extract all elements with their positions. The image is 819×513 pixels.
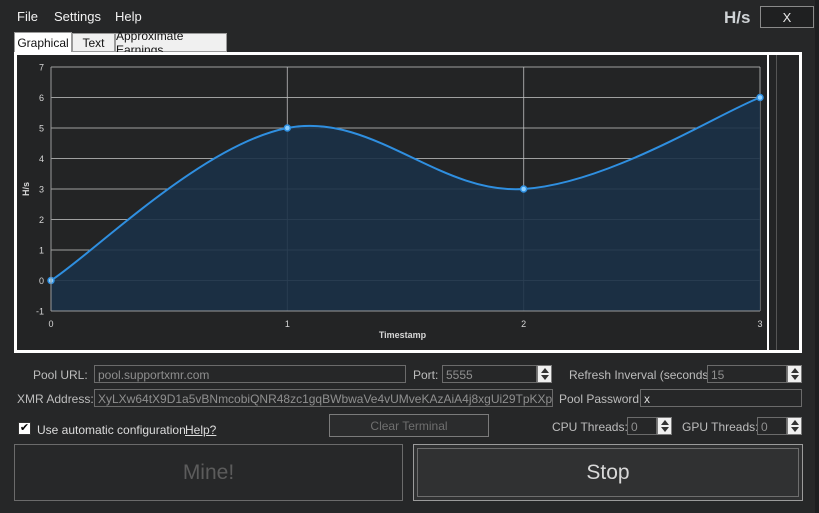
port-stepper[interactable] bbox=[537, 365, 552, 383]
y-tick-label: 6 bbox=[39, 93, 44, 103]
gpu-threads-input[interactable]: 0 bbox=[757, 417, 787, 435]
chevron-down-icon[interactable] bbox=[661, 427, 669, 432]
data-point bbox=[519, 185, 528, 193]
series-area bbox=[51, 97, 760, 311]
check-icon: ✔ bbox=[19, 422, 30, 434]
menu-settings[interactable]: Settings bbox=[54, 9, 101, 24]
hashrate-chart: -1 0 1 2 3 4 5 6 7 0 1 2 3 Timestamp H/s bbox=[21, 63, 764, 340]
x-tick-label: 1 bbox=[285, 319, 290, 329]
y-tick-label: 1 bbox=[39, 246, 44, 256]
chevron-up-icon[interactable] bbox=[541, 368, 549, 373]
window-edge bbox=[815, 0, 819, 513]
y-tick-label: 7 bbox=[39, 63, 44, 73]
close-button[interactable]: X bbox=[760, 6, 814, 28]
y-axis-label: H/s bbox=[21, 182, 31, 196]
x-tick-label: 3 bbox=[757, 319, 762, 329]
pool-url-input[interactable]: pool.supportxmr.com bbox=[94, 365, 406, 383]
y-tick-label: -1 bbox=[36, 307, 44, 317]
refresh-interval-input[interactable]: 15 bbox=[707, 365, 787, 383]
chart-scroll-divider bbox=[776, 55, 777, 350]
y-tick-label: 5 bbox=[39, 124, 44, 134]
pool-password-input[interactable]: x bbox=[640, 389, 802, 407]
chevron-up-icon[interactable] bbox=[661, 420, 669, 425]
cpu-threads-stepper[interactable] bbox=[657, 417, 672, 435]
clear-terminal-button[interactable]: Clear Terminal bbox=[329, 414, 489, 437]
gpu-threads-label: GPU Threads: bbox=[682, 420, 759, 434]
stop-button[interactable]: Stop bbox=[413, 444, 803, 501]
y-tick-label: 4 bbox=[39, 154, 44, 164]
port-input[interactable]: 5555 bbox=[442, 365, 537, 383]
pool-password-label: Pool Password: bbox=[559, 392, 643, 406]
tab-text[interactable]: Text bbox=[72, 33, 115, 52]
refresh-interval-stepper[interactable] bbox=[787, 365, 802, 383]
y-tick-label: 0 bbox=[39, 276, 44, 286]
cpu-threads-input[interactable]: 0 bbox=[627, 417, 657, 435]
tab-approximate-earnings[interactable]: Approximate Earnings bbox=[115, 29, 227, 57]
mine-button[interactable]: Mine! bbox=[14, 444, 403, 501]
auto-config-label[interactable]: Use automatic configuration bbox=[37, 423, 186, 437]
auto-config-checkbox[interactable]: ✔ bbox=[18, 422, 31, 435]
refresh-interval-label: Refresh Inverval (seconds): bbox=[569, 368, 716, 382]
xmr-address-input[interactable]: XyLXw64tX9D1a5vBNmcobiQNR48zc1gqBWbwaVe4… bbox=[94, 389, 553, 407]
data-point bbox=[756, 93, 764, 102]
chart-area: -1 0 1 2 3 4 5 6 7 0 1 2 3 Timestamp H/s bbox=[17, 55, 767, 350]
chevron-up-icon[interactable] bbox=[791, 368, 799, 373]
chevron-down-icon[interactable] bbox=[541, 375, 549, 380]
x-tick-label: 0 bbox=[48, 319, 53, 329]
chevron-up-icon[interactable] bbox=[791, 420, 799, 425]
help-link[interactable]: Help? bbox=[185, 423, 216, 437]
chevron-down-icon[interactable] bbox=[791, 375, 799, 380]
menu-help[interactable]: Help bbox=[115, 9, 142, 24]
xmr-address-label: XMR Address: bbox=[17, 392, 94, 406]
x-tick-label: 2 bbox=[521, 319, 526, 329]
tab-graphical[interactable]: Graphical bbox=[14, 32, 72, 52]
x-axis-label: Timestamp bbox=[379, 330, 427, 340]
gpu-threads-stepper[interactable] bbox=[787, 417, 802, 435]
y-tick-label: 3 bbox=[39, 185, 44, 195]
chart-panel: -1 0 1 2 3 4 5 6 7 0 1 2 3 Timestamp H/s bbox=[14, 52, 802, 353]
cpu-threads-label: CPU Threads: bbox=[552, 420, 628, 434]
chart-scroll-panel bbox=[769, 55, 799, 350]
data-point bbox=[283, 124, 292, 132]
hashrate-title: H/s bbox=[724, 8, 751, 27]
pool-url-label: Pool URL: bbox=[33, 368, 88, 382]
chevron-down-icon[interactable] bbox=[791, 427, 799, 432]
menu-bar: File Settings Help H/s X bbox=[0, 0, 819, 32]
menu-file[interactable]: File bbox=[17, 9, 38, 24]
port-label: Port: bbox=[413, 368, 439, 382]
y-tick-label: 2 bbox=[39, 215, 44, 225]
